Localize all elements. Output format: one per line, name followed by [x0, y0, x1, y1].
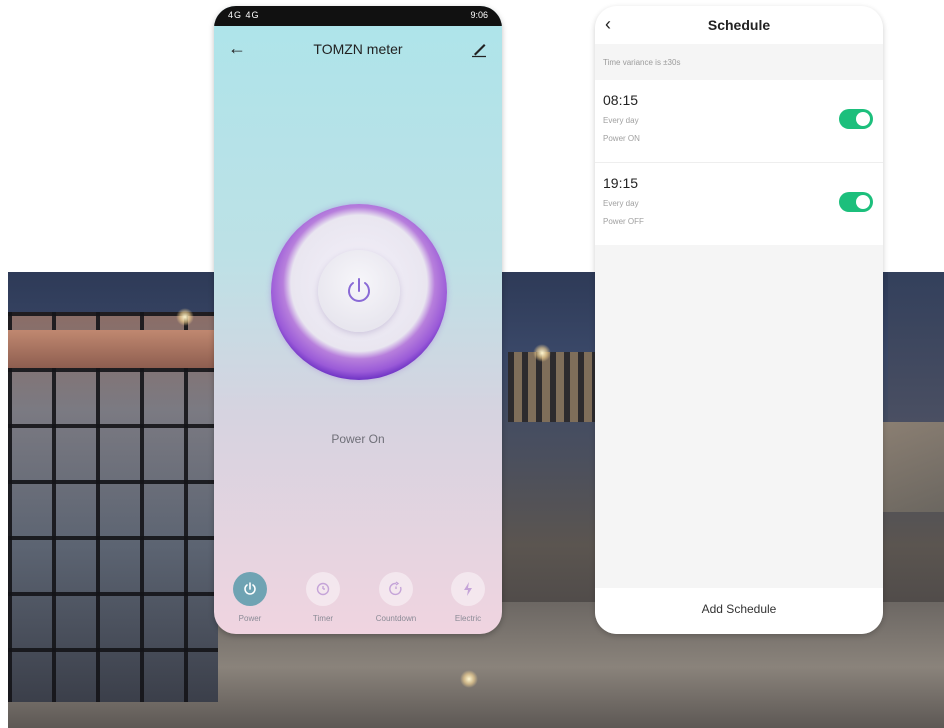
schedule-time: 19:15 — [603, 175, 639, 191]
power-screen: 4G 4G 9:06 ← TOMZN meter Power On Power — [214, 6, 502, 634]
nav-label: Electric — [454, 614, 482, 623]
schedule-toggle[interactable] — [839, 192, 873, 212]
bottom-nav: Power Timer Countdown Electric — [214, 572, 502, 628]
schedule-list: 08:15 Every day Power ON 19:15 Every day… — [595, 80, 883, 245]
building-roof — [8, 330, 218, 368]
schedule-toggle[interactable] — [839, 109, 873, 129]
nav-timer[interactable]: Timer — [293, 572, 353, 623]
signal-indicator: 4G 4G — [228, 10, 260, 20]
time-variance-note: Time variance is ±30s — [603, 58, 681, 67]
device-title: TOMZN meter — [313, 41, 403, 57]
status-bar: 4G 4G 9:06 — [214, 6, 502, 26]
power-status-label: Power On — [331, 432, 385, 446]
right-building — [888, 272, 944, 422]
schedule-repeat: Every day — [603, 116, 639, 125]
list-item[interactable]: 19:15 Every day Power OFF — [595, 163, 883, 245]
edit-icon[interactable] — [470, 40, 488, 58]
schedule-time: 08:15 — [603, 92, 639, 108]
distant-building — [508, 352, 603, 422]
electric-icon — [451, 572, 485, 606]
schedule-screen: ‹ Schedule Time variance is ±30s 08:15 E… — [595, 6, 883, 634]
power-header: ← TOMZN meter — [214, 38, 502, 62]
nav-electric[interactable]: Electric — [438, 572, 498, 623]
nav-label: Countdown — [375, 614, 417, 623]
clock: 9:06 — [470, 10, 488, 20]
toggle-knob — [856, 112, 870, 126]
glass-building — [8, 312, 218, 702]
page-title: Schedule — [707, 17, 771, 33]
nav-power[interactable]: Power — [220, 572, 280, 623]
street-lamp — [533, 344, 551, 362]
schedule-action: Power OFF — [603, 217, 644, 226]
timer-icon — [306, 572, 340, 606]
street-lamp — [176, 308, 194, 326]
schedule-action: Power ON — [603, 134, 640, 143]
nav-label: Power — [238, 614, 262, 623]
street-lamp — [460, 670, 478, 688]
toggle-knob — [856, 195, 870, 209]
schedule-repeat: Every day — [603, 199, 639, 208]
nav-countdown[interactable]: Countdown — [366, 572, 426, 623]
add-schedule-button[interactable]: Add Schedule — [595, 588, 883, 634]
nav-label: Timer — [312, 614, 334, 623]
countdown-icon — [379, 572, 413, 606]
power-icon — [348, 278, 370, 302]
list-item[interactable]: 08:15 Every day Power ON — [595, 80, 883, 163]
schedule-header: ‹ Schedule — [595, 6, 883, 44]
power-icon — [233, 572, 267, 606]
